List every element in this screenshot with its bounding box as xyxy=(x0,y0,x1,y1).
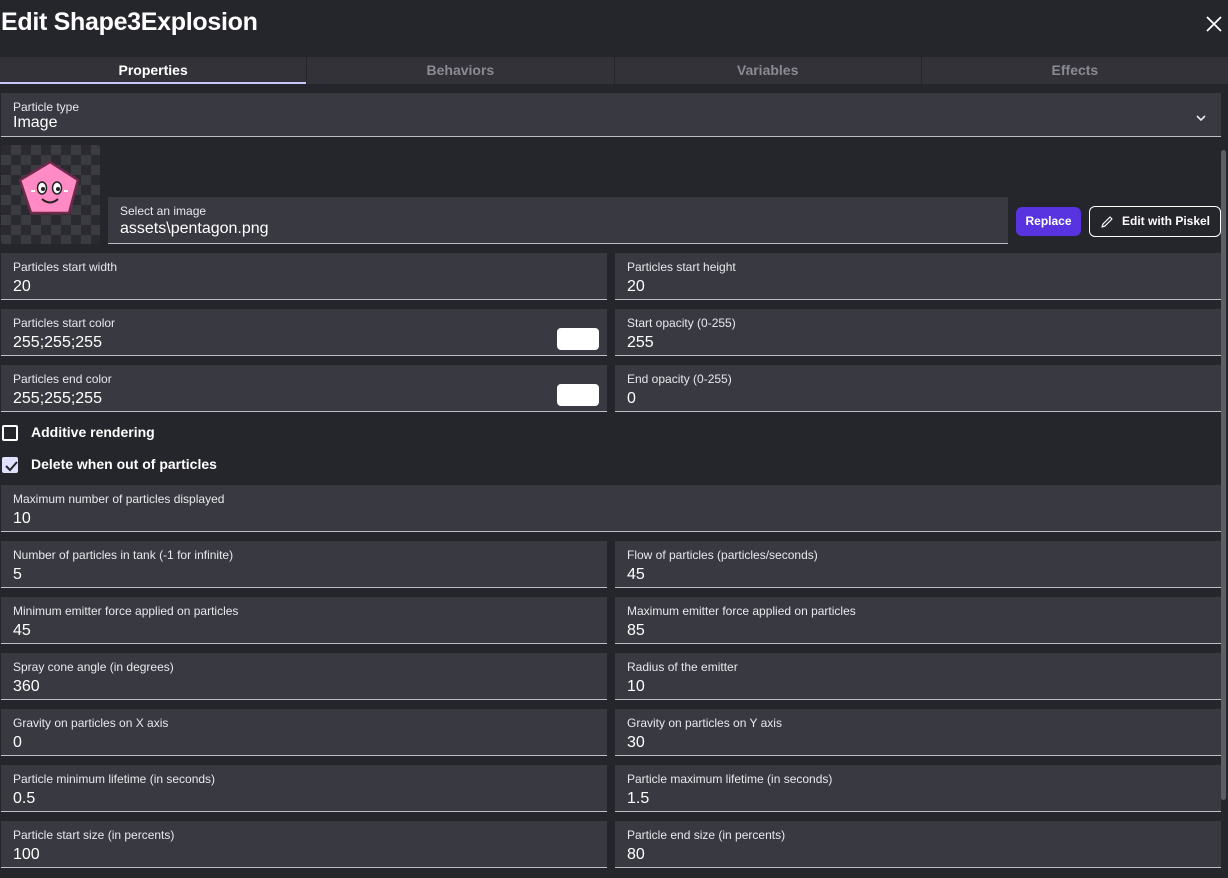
additive-rendering-checkbox[interactable] xyxy=(2,425,18,441)
start-color-swatch[interactable] xyxy=(557,328,599,350)
flow-value: 45 xyxy=(627,566,645,583)
max-force-value: 85 xyxy=(627,622,645,639)
min-lifetime-field[interactable]: Particle minimum lifetime (in seconds) 0… xyxy=(1,765,607,812)
edit-with-piskel-label: Edit with Piskel xyxy=(1122,214,1211,228)
flow-field[interactable]: Flow of particles (particles/seconds) 45 xyxy=(615,541,1221,588)
min-lifetime-value: 0.5 xyxy=(13,790,36,807)
image-path-value: assets\pentagon.png xyxy=(120,220,269,237)
emitter-radius-label: Radius of the emitter xyxy=(627,660,738,674)
max-lifetime-field[interactable]: Particle maximum lifetime (in seconds) 1… xyxy=(615,765,1221,812)
start-color-field[interactable]: Particles start color 255;255;255 xyxy=(1,309,607,356)
start-height-field[interactable]: Particles start height 20 xyxy=(615,253,1221,300)
tab-behaviors[interactable]: Behaviors xyxy=(307,57,615,84)
tab-properties[interactable]: Properties xyxy=(0,57,308,84)
scrollbar[interactable] xyxy=(1221,150,1226,800)
start-opacity-value: 255 xyxy=(627,334,654,351)
checkmark-icon xyxy=(5,461,18,472)
max-particles-field[interactable]: Maximum number of particles displayed 10 xyxy=(1,485,1221,532)
start-size-label: Particle start size (in percents) xyxy=(13,828,175,842)
start-opacity-label: Start opacity (0-255) xyxy=(627,316,736,330)
end-size-field[interactable]: Particle end size (in percents) 80 xyxy=(615,821,1221,868)
end-size-label: Particle end size (in percents) xyxy=(627,828,786,842)
cone-angle-label: Spray cone angle (in degrees) xyxy=(13,660,174,674)
max-particles-label: Maximum number of particles displayed xyxy=(13,492,225,506)
tab-effects[interactable]: Effects xyxy=(922,57,1228,84)
start-width-value: 20 xyxy=(13,278,31,295)
additive-rendering-label: Additive rendering xyxy=(31,424,155,440)
end-size-value: 80 xyxy=(627,846,645,863)
max-lifetime-value: 1.5 xyxy=(627,790,650,807)
emitter-radius-value: 10 xyxy=(627,678,645,695)
delete-when-out-label: Delete when out of particles xyxy=(31,456,217,472)
start-height-value: 20 xyxy=(627,278,645,295)
gravity-y-field[interactable]: Gravity on particles on Y axis 30 xyxy=(615,709,1221,756)
tab-variables[interactable]: Variables xyxy=(615,57,922,84)
cone-angle-value: 360 xyxy=(13,678,40,695)
tank-value: 5 xyxy=(13,566,22,583)
dialog-title: Edit Shape3Explosion xyxy=(1,8,258,36)
start-opacity-field[interactable]: Start opacity (0-255) 255 xyxy=(615,309,1221,356)
end-color-field[interactable]: Particles end color 255;255;255 xyxy=(1,365,607,412)
delete-when-out-checkbox[interactable] xyxy=(2,457,18,473)
end-color-swatch[interactable] xyxy=(557,384,599,406)
edit-with-piskel-button[interactable]: Edit with Piskel xyxy=(1089,206,1221,237)
min-force-value: 45 xyxy=(13,622,31,639)
cone-angle-field[interactable]: Spray cone angle (in degrees) 360 xyxy=(1,653,607,700)
min-force-label: Minimum emitter force applied on particl… xyxy=(13,604,239,618)
start-color-label: Particles start color xyxy=(13,316,116,330)
gravity-y-label: Gravity on particles on Y axis xyxy=(627,716,782,730)
image-thumbnail[interactable] xyxy=(1,145,100,244)
start-size-value: 100 xyxy=(13,846,40,863)
dialog-titlebar: Edit Shape3Explosion xyxy=(0,0,1228,56)
max-particles-value: 10 xyxy=(13,510,31,527)
start-color-value: 255;255;255 xyxy=(13,334,102,351)
chevron-down-icon xyxy=(1195,111,1207,125)
flow-label: Flow of particles (particles/seconds) xyxy=(627,548,818,562)
pencil-icon xyxy=(1100,215,1114,229)
min-lifetime-label: Particle minimum lifetime (in seconds) xyxy=(13,772,216,786)
end-opacity-field[interactable]: End opacity (0-255) 0 xyxy=(615,365,1221,412)
emitter-radius-field[interactable]: Radius of the emitter 10 xyxy=(615,653,1221,700)
particle-type-value: Image xyxy=(13,114,58,131)
max-force-field[interactable]: Maximum emitter force applied on particl… xyxy=(615,597,1221,644)
particle-type-select[interactable]: Particle type Image xyxy=(1,93,1221,137)
tank-label: Number of particles in tank (-1 for infi… xyxy=(13,548,234,562)
end-opacity-label: End opacity (0-255) xyxy=(627,372,732,386)
start-width-label: Particles start width xyxy=(13,260,118,274)
tab-bar: Properties Behaviors Variables Effects xyxy=(0,57,1228,84)
max-lifetime-label: Particle maximum lifetime (in seconds) xyxy=(627,772,833,786)
tank-field[interactable]: Number of particles in tank (-1 for infi… xyxy=(1,541,607,588)
max-force-label: Maximum emitter force applied on particl… xyxy=(627,604,856,618)
particle-type-label: Particle type xyxy=(13,100,80,114)
min-force-field[interactable]: Minimum emitter force applied on particl… xyxy=(1,597,607,644)
start-width-field[interactable]: Particles start width 20 xyxy=(1,253,607,300)
gravity-y-value: 30 xyxy=(627,734,645,751)
start-height-label: Particles start height xyxy=(627,260,736,274)
image-path-label: Select an image xyxy=(120,204,207,218)
gravity-x-field[interactable]: Gravity on particles on X axis 0 xyxy=(1,709,607,756)
replace-button[interactable]: Replace xyxy=(1016,207,1081,236)
gravity-x-value: 0 xyxy=(13,734,22,751)
end-color-label: Particles end color xyxy=(13,372,112,386)
start-size-field[interactable]: Particle start size (in percents) 100 xyxy=(1,821,607,868)
close-icon[interactable] xyxy=(1204,14,1224,34)
image-path-field[interactable]: Select an image assets\pentagon.png xyxy=(108,197,1008,244)
end-color-value: 255;255;255 xyxy=(13,390,102,407)
pentagon-character-icon xyxy=(18,160,80,215)
end-opacity-value: 0 xyxy=(627,390,636,407)
gravity-x-label: Gravity on particles on X axis xyxy=(13,716,169,730)
